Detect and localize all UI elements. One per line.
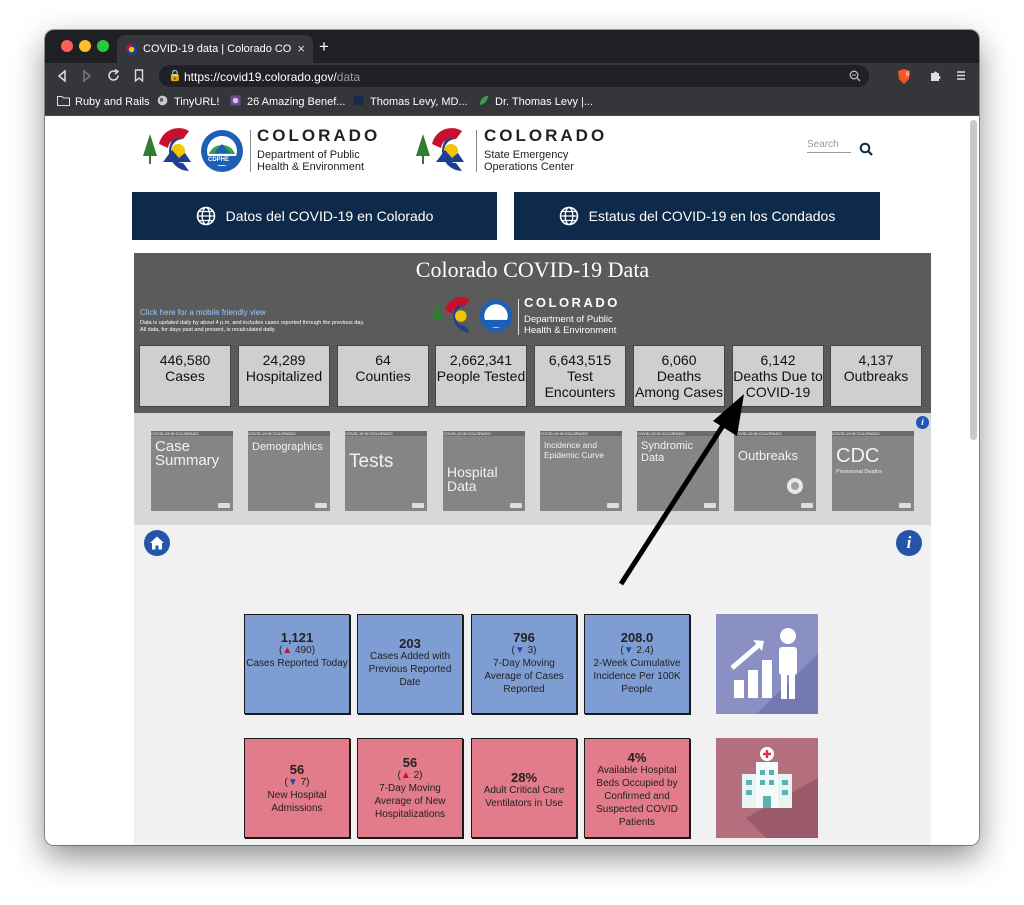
annotation-arrow xyxy=(618,394,744,586)
